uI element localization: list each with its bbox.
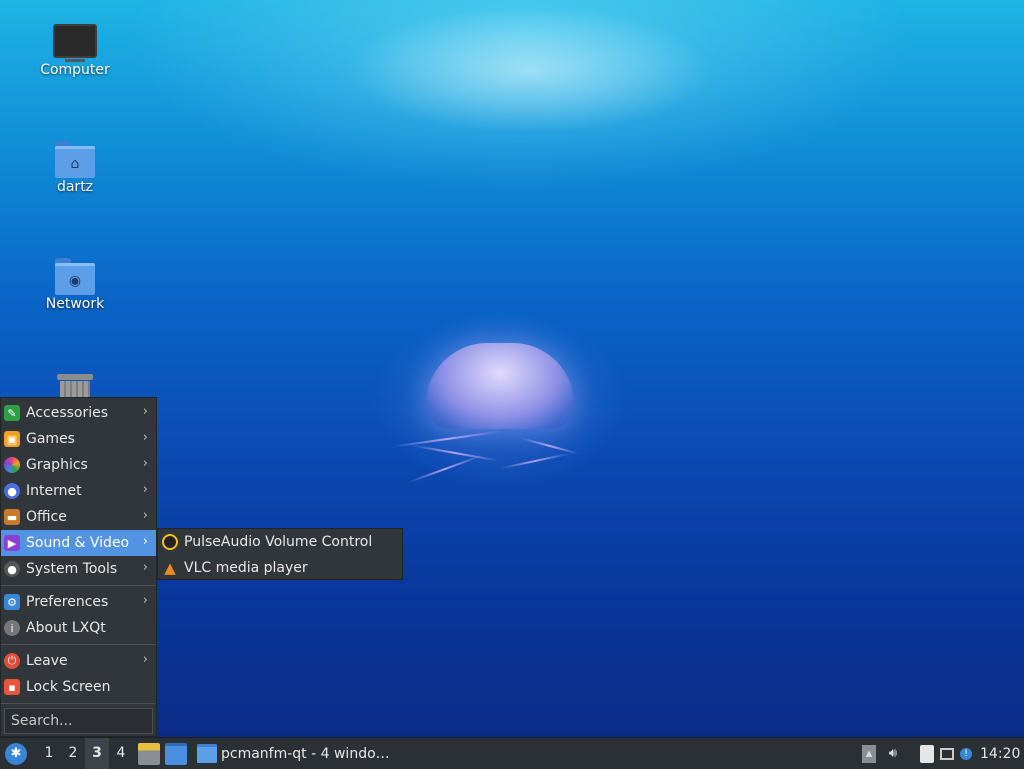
show-desktop-icon[interactable] <box>165 742 187 765</box>
taskbar-task-pcmanfm[interactable]: pcmanfm-qt - 4 windo… <box>197 738 398 769</box>
clock[interactable]: 14:20 <box>980 746 1020 762</box>
menu-item-preferences[interactable]: ⚙ Preferences › <box>1 589 156 615</box>
desktop-icon-home[interactable]: ⌂ dartz <box>20 141 130 195</box>
office-icon: ▬ <box>4 509 20 525</box>
chevron-right-icon: › <box>142 560 148 575</box>
desktop-icon-label: Computer <box>40 62 110 78</box>
menu-item-label: VLC media player <box>184 560 308 576</box>
menu-item-label: Internet <box>26 483 82 499</box>
chevron-right-icon: › <box>142 430 148 445</box>
menu-item-office[interactable]: ▬ Office › <box>1 504 156 530</box>
preferences-icon: ⚙ <box>4 594 20 610</box>
menu-item-games[interactable]: ▣ Games › <box>1 426 156 452</box>
folder-icon <box>197 744 217 763</box>
workspace-2[interactable]: 2 <box>61 738 85 769</box>
menu-item-label: Accessories <box>26 405 109 421</box>
file-manager-launcher-icon[interactable] <box>138 742 160 765</box>
sound-video-submenu: PulseAudio Volume Control ▲ VLC media pl… <box>157 528 403 580</box>
desktop-icon-network[interactable]: ◉ Network <box>20 258 130 312</box>
home-folder-icon: ⌂ <box>55 141 95 178</box>
lock-icon: ▪ <box>4 679 20 695</box>
menu-item-label: About LXQt <box>26 620 106 636</box>
vlc-icon: ▲ <box>164 559 176 577</box>
pulseaudio-icon <box>162 534 178 550</box>
games-icon: ▣ <box>4 431 20 447</box>
menu-item-label: System Tools <box>26 561 118 577</box>
menu-separator <box>1 703 156 704</box>
menu-item-label: Lock Screen <box>26 679 111 695</box>
menu-item-graphics[interactable]: Graphics › <box>1 452 156 478</box>
menu-item-label: Office <box>26 509 67 525</box>
sound-video-icon: ▶ <box>4 535 20 551</box>
workspace-4[interactable]: 4 <box>109 738 133 769</box>
menu-separator <box>1 644 156 645</box>
graphics-icon <box>4 457 20 473</box>
start-menu-button[interactable]: ✱ <box>5 742 27 765</box>
start-menu: ✎ Accessories › ▣ Games › Graphics › ● I… <box>0 397 157 737</box>
desktop-icon-label: Network <box>45 296 105 312</box>
chevron-right-icon: › <box>142 508 148 523</box>
menu-separator <box>1 585 156 586</box>
menu-item-pulseaudio[interactable]: PulseAudio Volume Control <box>158 529 402 555</box>
update-notifier-icon[interactable]: ! <box>960 747 972 760</box>
menu-item-label: Games <box>26 431 75 447</box>
menu-item-internet[interactable]: ● Internet › <box>1 478 156 504</box>
chevron-right-icon: › <box>142 652 148 667</box>
desktop-icon-computer[interactable]: Computer <box>20 24 130 78</box>
power-icon: ⏻ <box>4 653 20 669</box>
system-tools-icon: ● <box>4 561 20 577</box>
menu-item-about-lxqt[interactable]: i About LXQt <box>1 615 156 641</box>
menu-item-label: Preferences <box>26 594 109 610</box>
internet-icon: ● <box>4 483 20 499</box>
menu-item-label: Graphics <box>26 457 88 473</box>
chevron-right-icon: › <box>142 404 148 419</box>
computer-icon <box>53 24 97 62</box>
menu-item-vlc[interactable]: ▲ VLC media player <box>158 555 402 581</box>
chevron-right-icon: › <box>142 593 148 608</box>
menu-item-label: Leave <box>26 653 68 669</box>
menu-search-input[interactable]: Search... <box>4 708 153 734</box>
menu-item-accessories[interactable]: ✎ Accessories › <box>1 400 156 426</box>
chevron-right-icon: › <box>142 534 148 549</box>
tray-expander-icon[interactable]: ▴ <box>862 744 876 763</box>
menu-item-label: Sound & Video <box>26 535 130 551</box>
taskbar: ✱ 1 2 3 4 pcmanfm-qt - 4 windo… ▴ 🔊︎ ! 1… <box>0 737 1024 769</box>
menu-item-label: PulseAudio Volume Control <box>184 534 373 550</box>
system-tray: ▴ 🔊︎ ! 14:20 <box>856 738 1024 769</box>
workspace-1[interactable]: 1 <box>37 738 61 769</box>
menu-item-leave[interactable]: ⏻ Leave › <box>1 648 156 674</box>
menu-item-lock-screen[interactable]: ▪ Lock Screen <box>1 674 156 700</box>
menu-item-system-tools[interactable]: ● System Tools › <box>1 556 156 582</box>
desktop-icon-label: dartz <box>56 179 94 195</box>
task-label: pcmanfm-qt - 4 windo… <box>221 745 390 762</box>
workspace-3[interactable]: 3 <box>85 738 109 769</box>
chevron-right-icon: › <box>142 456 148 471</box>
menu-item-sound-video[interactable]: ▶ Sound & Video › <box>1 530 156 556</box>
clipboard-icon[interactable] <box>920 744 934 763</box>
network-folder-icon: ◉ <box>55 258 95 295</box>
info-icon: i <box>4 620 20 636</box>
chevron-right-icon: › <box>142 482 148 497</box>
volume-icon[interactable]: 🔊︎ <box>882 744 904 764</box>
network-connection-icon[interactable] <box>940 747 954 760</box>
accessories-icon: ✎ <box>4 405 20 421</box>
